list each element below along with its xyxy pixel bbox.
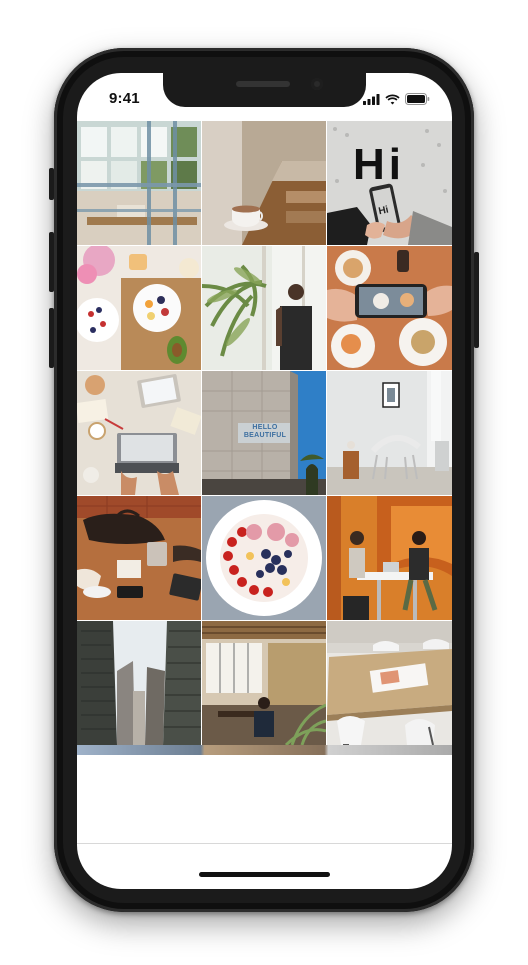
wifi-icon: [385, 94, 400, 104]
hand-holding-phone-hi-photo[interactable]: Hi Hi: [327, 121, 452, 245]
photo-grid: Hi Hi HELLO BEAUTIFUL: [77, 121, 452, 755]
phone-screen: 9:41 Hi Hi HELLO BEAUTIFUL: [77, 73, 452, 889]
notch: [163, 73, 366, 107]
white-chair-room-photo[interactable]: [327, 371, 452, 495]
home-indicator[interactable]: [199, 872, 330, 877]
table-chairs-magazine-photo[interactable]: [327, 621, 452, 745]
office-interior-man-photo[interactable]: [202, 621, 326, 745]
city-buildings-photo[interactable]: [77, 621, 201, 745]
fruit-bowl-photo[interactable]: [202, 496, 326, 620]
breakfast-table-flatlay-photo[interactable]: [77, 246, 201, 370]
speaker-grille: [236, 81, 290, 87]
svg-text:Hi: Hi: [353, 140, 405, 189]
hello-beautiful-wall-photo[interactable]: HELLO BEAUTIFUL: [202, 371, 326, 495]
status-time: 9:41: [109, 90, 140, 107]
hello-beautiful-text: HELLO BEAUTIFUL: [243, 424, 287, 439]
office-meeting-laptop-photo[interactable]: [327, 496, 452, 620]
bottom-divider: [77, 843, 452, 844]
volume-up-button: [49, 232, 54, 292]
man-by-window-plants-photo[interactable]: [202, 246, 326, 370]
meeting-table-bag-photo[interactable]: [77, 496, 201, 620]
battery-icon: [405, 93, 430, 105]
front-camera: [311, 78, 323, 90]
cafe-interior-window-photo[interactable]: [77, 121, 201, 245]
phone-photographing-food-photo[interactable]: [327, 246, 452, 370]
volume-down-button: [49, 308, 54, 368]
power-button: [474, 252, 479, 348]
workspace-laptop-flatlay-photo[interactable]: [77, 371, 201, 495]
partial-next-row: [77, 745, 452, 755]
status-icons: [363, 93, 430, 105]
mute-switch: [49, 168, 54, 200]
coffee-cup-on-table-photo[interactable]: [202, 121, 326, 245]
signal-icon: [363, 93, 380, 105]
